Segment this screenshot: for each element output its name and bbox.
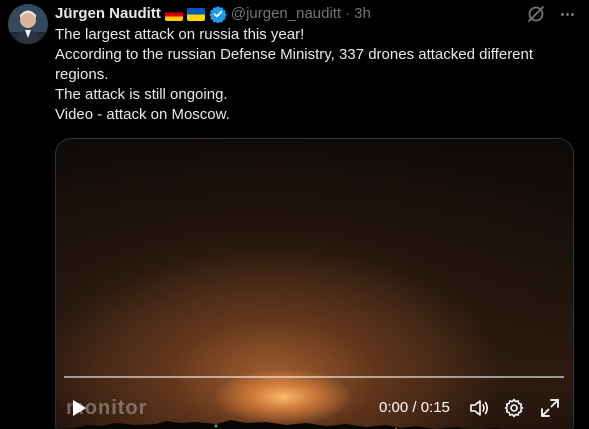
flag-de-icon bbox=[164, 7, 183, 21]
settings-gear-icon[interactable] bbox=[503, 397, 525, 419]
display-name[interactable]: Jürgen Nauditt bbox=[55, 4, 161, 24]
video-frame[interactable] bbox=[56, 139, 573, 429]
tweet-text-line: Video - attack on Moscow. bbox=[55, 106, 230, 123]
flag-ua-icon bbox=[186, 7, 205, 21]
tweet-header: Jürgen Nauditt @jurgen_nauditt · 3h bbox=[55, 4, 371, 24]
video-time-readout: 0:00 / 0:15 bbox=[379, 399, 450, 416]
fullscreen-icon[interactable] bbox=[539, 397, 561, 419]
timestamp[interactable]: 3h bbox=[354, 4, 371, 24]
more-icon[interactable] bbox=[557, 4, 577, 24]
separator-dot: · bbox=[345, 5, 351, 22]
video-controls: 0:00 / 0:15 bbox=[56, 393, 573, 423]
tweet-text-line: According to the russian Defense Ministr… bbox=[55, 46, 538, 83]
play-icon[interactable] bbox=[68, 397, 90, 419]
video-player[interactable]: monitor 0:00 / 0:15 bbox=[55, 138, 574, 429]
video-progress-bar[interactable] bbox=[64, 376, 564, 378]
verified-badge-icon[interactable] bbox=[209, 5, 227, 23]
volume-icon[interactable] bbox=[468, 397, 490, 419]
tweet-text-line: The attack is still ongoing. bbox=[55, 86, 228, 103]
tweet-text: The largest attack on russia this year! … bbox=[55, 25, 575, 125]
avatar[interactable] bbox=[8, 4, 48, 44]
tweet-text-line: The largest attack on russia this year! bbox=[55, 26, 305, 43]
tweet[interactable]: Jürgen Nauditt @jurgen_nauditt · 3h The … bbox=[0, 0, 589, 429]
grok-icon[interactable] bbox=[526, 4, 546, 24]
author-handle[interactable]: @jurgen_nauditt bbox=[231, 4, 341, 24]
